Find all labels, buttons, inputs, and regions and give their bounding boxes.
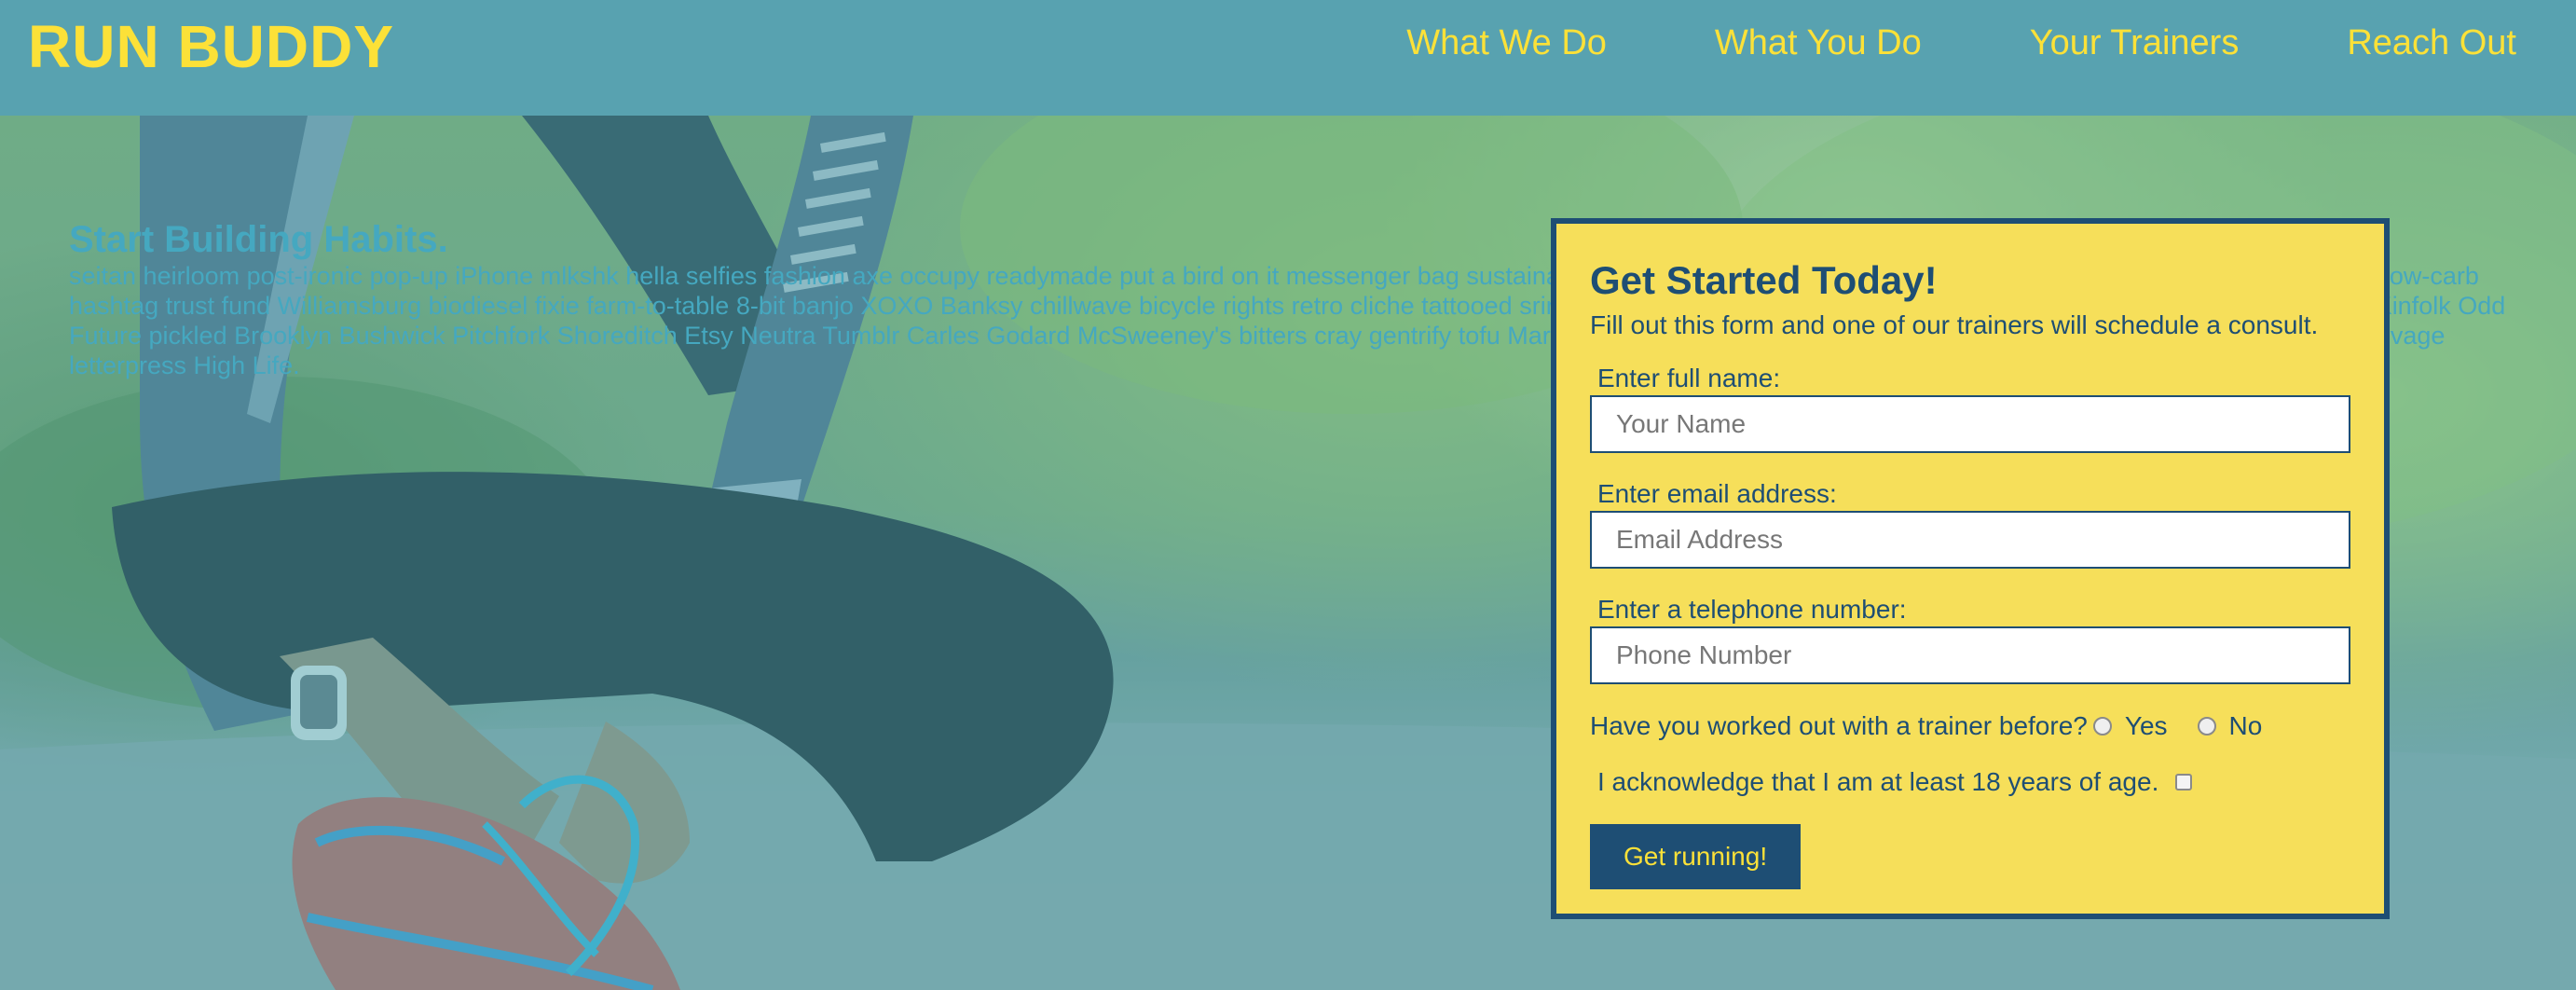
hero-section: Start Building Habits. seitan heirloom p… — [0, 116, 2576, 990]
trainer-question-label: Have you worked out with a trainer befor… — [1590, 711, 2088, 740]
phone-label: Enter a telephone number: — [1597, 595, 1907, 624]
form-title: Get Started Today! — [1590, 258, 1938, 302]
nav-link-what-we-do[interactable]: What We Do — [1406, 21, 1607, 65]
main-nav: What We Do What You Do Your Trainers Rea… — [1298, 21, 2516, 65]
age-ack-label: I acknowledge that I am at least 18 year… — [1597, 767, 2159, 796]
email-label: Enter email address: — [1597, 479, 1837, 508]
brand-logo[interactable]: RUN BUDDY — [28, 13, 394, 80]
phone-input[interactable] — [1590, 626, 2350, 684]
age-ack-row: I acknowledge that I am at least 18 year… — [1597, 766, 2350, 798]
name-label: Enter full name: — [1597, 364, 1781, 392]
nav-link-your-trainers[interactable]: Your Trainers — [2030, 21, 2240, 65]
signup-form: Get Started Today! Fill out this form an… — [1551, 218, 2390, 919]
name-input[interactable] — [1590, 395, 2350, 453]
form-subtitle: Fill out this form and one of our traine… — [1590, 310, 2319, 339]
trainer-yes-label: Yes — [2124, 711, 2168, 740]
trainer-no-label: No — [2228, 711, 2263, 740]
nav-link-reach-out[interactable]: Reach Out — [2347, 21, 2516, 65]
trainer-question-row: Have you worked out with a trainer befor… — [1590, 710, 2350, 742]
email-input[interactable] — [1590, 511, 2350, 569]
trainer-yes-radio[interactable] — [2092, 717, 2112, 736]
trainer-no-radio[interactable] — [2197, 717, 2216, 736]
nav-link-what-you-do[interactable]: What You Do — [1715, 21, 1922, 65]
age-ack-checkbox[interactable] — [2175, 774, 2193, 791]
site-header: RUN BUDDY What We Do What You Do Your Tr… — [0, 0, 2576, 116]
submit-button[interactable]: Get running! — [1590, 824, 1802, 889]
